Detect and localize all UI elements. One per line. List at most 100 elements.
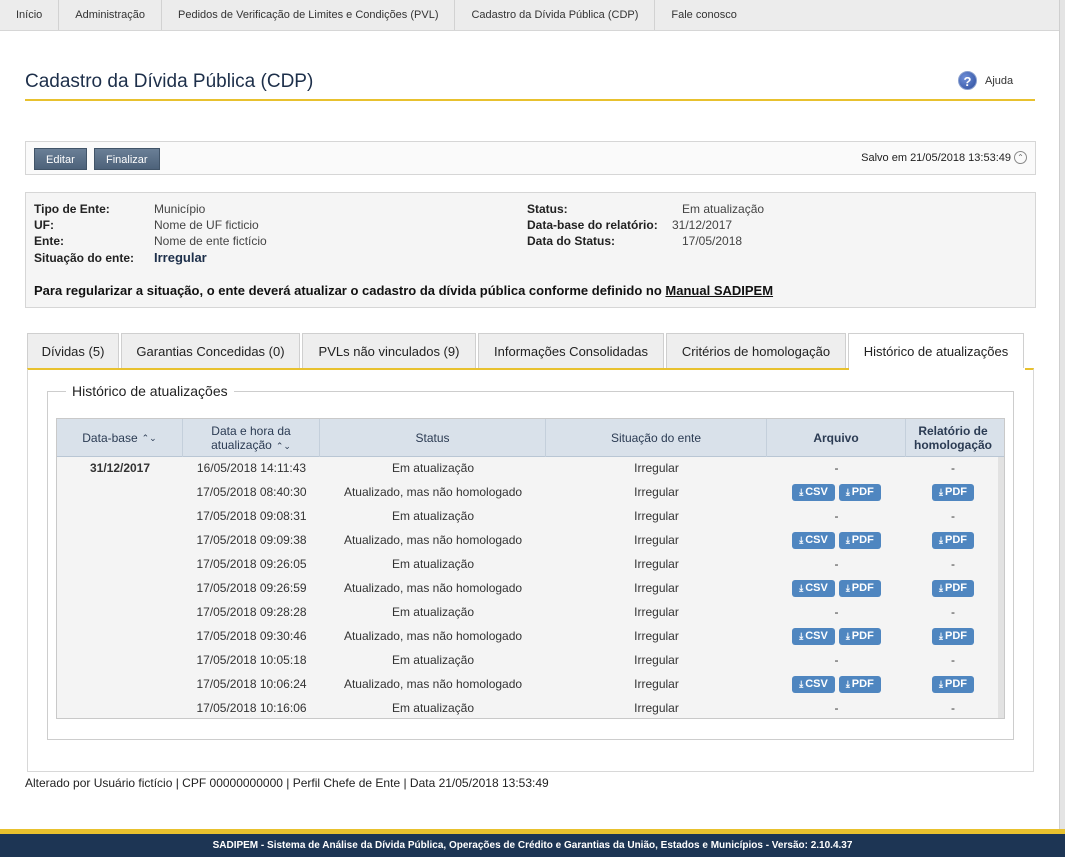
- download-csv-button[interactable]: ⤓ CSV: [792, 676, 835, 694]
- tipo-ente: Tipo de Ente: Município: [34, 202, 205, 216]
- cell-relatorio: ⤓ PDF: [906, 481, 1000, 505]
- download-csv-button[interactable]: ⤓ CSV: [792, 532, 835, 550]
- download-icon: ⤓: [799, 631, 804, 642]
- manual-link[interactable]: Manual SADIPEM: [665, 283, 773, 298]
- download-icon: ⤓: [799, 535, 804, 546]
- cell-datetime: 17/05/2018 08:40:30: [196, 485, 307, 499]
- uf: UF: Nome de UF ficticio: [34, 218, 259, 232]
- table-row: 17/05/2018 10:06:24 Atualizado, mas não h…: [57, 673, 1004, 697]
- situacao-label: Situação do ente:: [34, 251, 135, 265]
- col-arquivo: Arquivo: [767, 419, 906, 457]
- download-pdf-button[interactable]: ⤓ PDF: [932, 580, 974, 598]
- table-row: 17/05/2018 09:26:05 Em atualização Irregul…: [57, 553, 1004, 577]
- download-pdf-button[interactable]: ⤓ PDF: [838, 484, 881, 502]
- download-csv-button[interactable]: ⤓ CSV: [792, 580, 835, 598]
- download-icon: ⤓: [939, 583, 943, 594]
- download-pdf-button[interactable]: ⤓ PDF: [932, 628, 974, 646]
- help-button[interactable]: ? Ajuda: [958, 71, 1013, 90]
- nav-fale-conosco[interactable]: Fale conosco: [655, 0, 752, 30]
- cell-database: 31/12/2017: [89, 461, 151, 475]
- nav-inicio[interactable]: Início: [0, 0, 60, 30]
- ente-value: Nome de ente fictício: [154, 234, 267, 248]
- footer: SADIPEM - Sistema de Análise da Dívida P…: [0, 834, 1065, 857]
- nav-pvl[interactable]: Pedidos de Verificação de Limites e Cond…: [162, 0, 456, 30]
- download-pdf-label: PDF: [851, 678, 874, 691]
- download-pdf-label: PDF: [944, 534, 967, 547]
- tab-pvls[interactable]: PVLs não vinculados (9): [302, 333, 476, 369]
- table-row: 17/05/2018 09:26:59 Atualizado, mas não h…: [57, 577, 1004, 601]
- cell-relatorio: -: [951, 605, 955, 619]
- download-pdf-label: PDF: [851, 630, 874, 643]
- status-label: Status:: [527, 202, 568, 216]
- cell-status: Em atualização: [391, 653, 475, 667]
- download-pdf-button[interactable]: ⤓ PDF: [932, 532, 974, 550]
- ente: Ente: Nome de ente fictício: [34, 234, 267, 248]
- window-scrollbar[interactable]: [1059, 0, 1065, 857]
- tab-dividas[interactable]: Dívidas (5): [27, 333, 119, 369]
- col-relatorio-label-1: Relatório de: [918, 424, 988, 438]
- download-pdf-button[interactable]: ⤓ PDF: [838, 628, 881, 646]
- history-table: Data-base ⌃⌄ Data e hora da atualização ⌃…: [56, 418, 1005, 719]
- download-csv-button[interactable]: ⤓ CSV: [792, 628, 835, 646]
- cell-arquivo: -: [834, 653, 839, 667]
- download-csv-label: CSV: [805, 678, 828, 691]
- col-database[interactable]: Data-base ⌃⌄: [57, 419, 183, 457]
- collapse-icon[interactable]: ⌃: [1014, 151, 1027, 164]
- nav-administracao[interactable]: Administração: [59, 0, 162, 30]
- download-pdf-button[interactable]: ⤓ PDF: [838, 676, 881, 694]
- cell-datetime: 17/05/2018 09:28:28: [196, 605, 307, 619]
- cell-situacao: Irregular: [634, 461, 679, 475]
- download-pdf-label: PDF: [944, 582, 967, 595]
- download-pdf-button[interactable]: ⤓ PDF: [932, 484, 974, 502]
- download-icon: ⤓: [845, 679, 850, 690]
- cell-arquivo: ⤓ CSV ⤓ PDF: [767, 529, 906, 553]
- nav-cdp[interactable]: Cadastro da Dívida Pública (CDP): [455, 0, 656, 30]
- regularization-message: Para regularizar a situação, o ente deve…: [34, 283, 773, 298]
- download-pdf-button[interactable]: ⤓ PDF: [838, 532, 881, 550]
- tab-informacoes[interactable]: Informações Consolidadas: [478, 333, 664, 369]
- status-value: Em atualização: [682, 202, 765, 216]
- table-row: 17/05/2018 09:28:28 Em atualização Irregul…: [57, 601, 1004, 625]
- page-title: Cadastro da Dívida Pública (CDP): [25, 71, 314, 92]
- download-pdf-label: PDF: [944, 678, 967, 691]
- col-relatorio: Relatório de homologação: [906, 419, 1000, 457]
- cell-datetime: 17/05/2018 09:30:46: [196, 629, 307, 643]
- data-status: Data do Status: 17/05/2018: [527, 234, 742, 248]
- cell-status: Em atualização: [391, 605, 475, 619]
- table-scrollbar[interactable]: [998, 457, 1004, 718]
- download-csv-label: CSV: [805, 582, 828, 595]
- help-icon: ?: [958, 71, 977, 90]
- download-icon: ⤓: [845, 583, 850, 594]
- cell-situacao: Irregular: [634, 509, 679, 523]
- tipo-ente-label: Tipo de Ente:: [34, 202, 110, 216]
- tab-garantias[interactable]: Garantias Concedidas (0): [121, 333, 300, 369]
- situacao-ente: Situação do ente: Irregular: [34, 250, 207, 265]
- edit-button[interactable]: Editar: [34, 148, 87, 170]
- download-pdf-button[interactable]: ⤓ PDF: [838, 580, 881, 598]
- situacao-value: Irregular: [154, 250, 207, 265]
- cell-datetime: 17/05/2018 09:26:05: [196, 557, 307, 571]
- download-icon: ⤓: [845, 631, 850, 642]
- download-icon: ⤓: [939, 487, 943, 498]
- cell-situacao: Irregular: [634, 605, 679, 619]
- download-csv-button[interactable]: ⤓ CSV: [792, 484, 835, 502]
- tab-historico[interactable]: Histórico de atualizações: [848, 333, 1024, 370]
- cell-datetime: 17/05/2018 10:06:24: [196, 677, 307, 691]
- tab-criterios[interactable]: Critérios de homologação: [666, 333, 846, 369]
- finish-button[interactable]: Finalizar: [94, 148, 160, 170]
- cell-status: Atualizado, mas não homologado: [343, 677, 523, 691]
- sort-icon: ⌃⌄: [141, 433, 157, 443]
- data-status-value: 17/05/2018: [682, 234, 743, 248]
- cell-relatorio: -: [951, 509, 955, 523]
- col-database-label: Data-base: [82, 431, 138, 445]
- cell-datetime: 17/05/2018 09:26:59: [196, 581, 307, 595]
- help-label: Ajuda: [985, 74, 1014, 87]
- cell-datetime: 17/05/2018 10:05:18: [196, 653, 307, 667]
- status: Status: Em atualização: [527, 202, 764, 216]
- cell-situacao: Irregular: [634, 629, 679, 643]
- cell-relatorio: -: [951, 461, 955, 475]
- download-pdf-button[interactable]: ⤓ PDF: [932, 676, 974, 694]
- col-datetime[interactable]: Data e hora da atualização ⌃⌄: [183, 419, 320, 457]
- cell-relatorio: ⤓ PDF: [906, 625, 1000, 649]
- tipo-ente-value: Município: [154, 202, 206, 216]
